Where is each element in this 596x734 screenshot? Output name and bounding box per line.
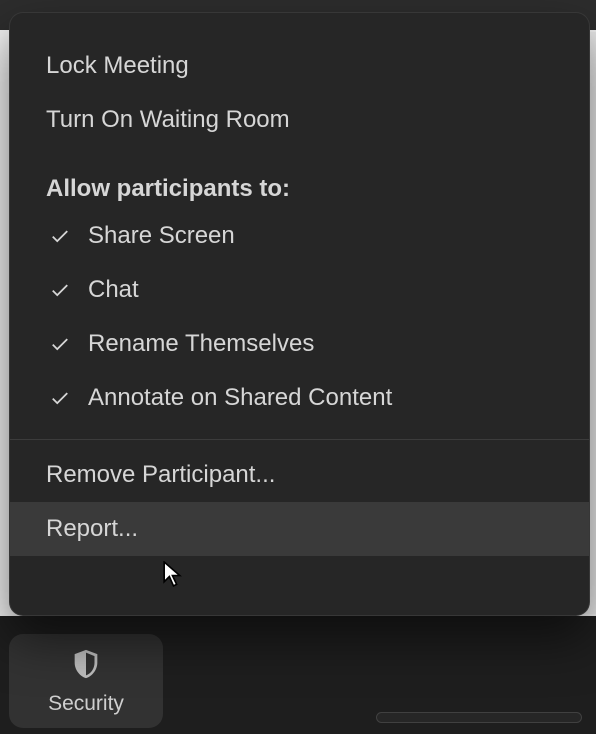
menu-item-label: Annotate on Shared Content: [88, 382, 392, 414]
menu-option-chat[interactable]: Chat: [10, 263, 589, 317]
menu-separator: [10, 439, 589, 440]
check-icon: [46, 225, 74, 247]
security-toolbar-button[interactable]: Security: [9, 634, 163, 728]
menu-item-label: Turn On Waiting Room: [46, 104, 290, 136]
security-menu: Lock Meeting Turn On Waiting Room Allow …: [9, 12, 590, 616]
menu-heading-allow-participants: Allow participants to:: [10, 165, 589, 209]
menu-item-remove-participant[interactable]: Remove Participant...: [10, 448, 589, 502]
menu-option-annotate[interactable]: Annotate on Shared Content: [10, 371, 589, 425]
menu-item-label: Rename Themselves: [88, 328, 314, 360]
menu-item-label: Share Screen: [88, 220, 235, 252]
menu-option-rename[interactable]: Rename Themselves: [10, 317, 589, 371]
menu-item-label: Chat: [88, 274, 139, 306]
menu-item-label: Remove Participant...: [46, 459, 275, 491]
check-icon: [46, 279, 74, 301]
security-toolbar-label: Security: [48, 692, 124, 716]
menu-item-label: Lock Meeting: [46, 50, 189, 82]
menu-item-label: Report...: [46, 513, 138, 545]
menu-option-share-screen[interactable]: Share Screen: [10, 209, 589, 263]
shield-icon: [69, 647, 103, 686]
check-icon: [46, 333, 74, 355]
check-icon: [46, 387, 74, 409]
menu-item-waiting-room[interactable]: Turn On Waiting Room: [10, 93, 589, 147]
bottom-slider-track[interactable]: [376, 712, 582, 723]
menu-item-lock-meeting[interactable]: Lock Meeting: [10, 39, 589, 93]
menu-item-report[interactable]: Report...: [10, 502, 589, 556]
